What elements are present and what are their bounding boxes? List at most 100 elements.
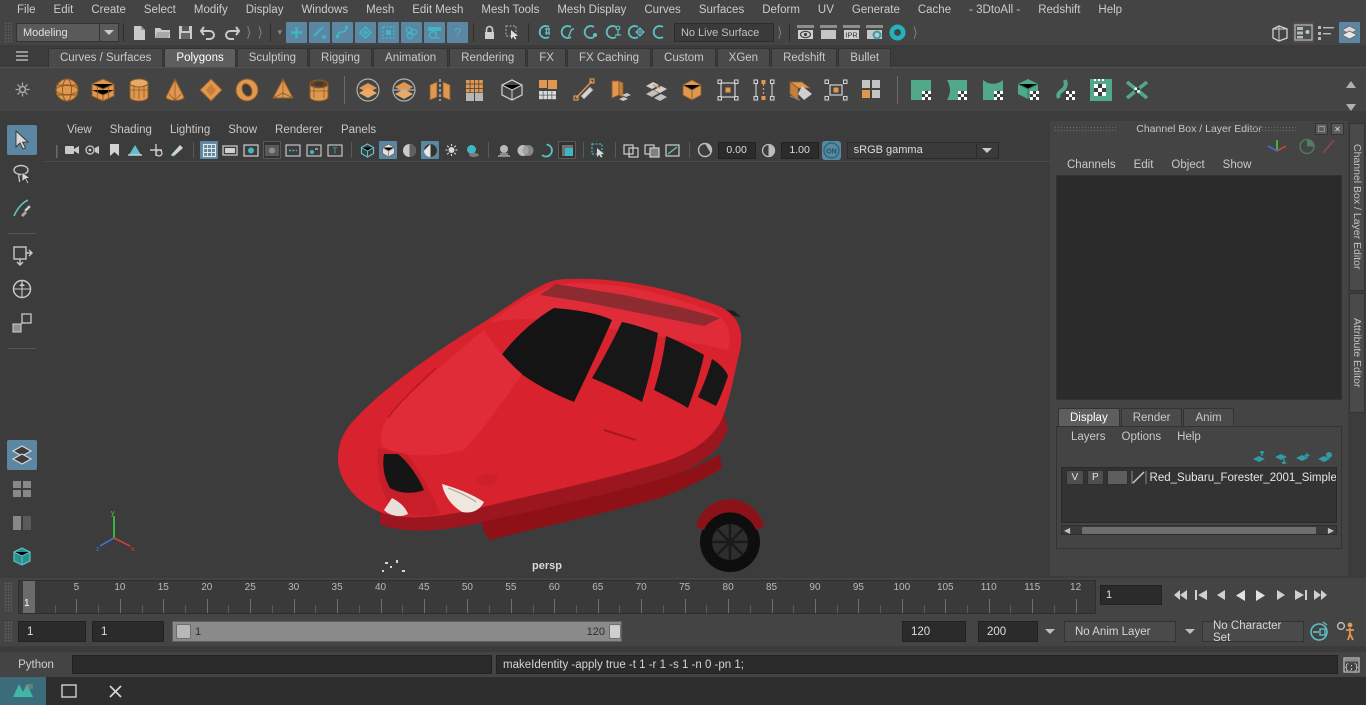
channel-box-menu-object[interactable]: Object [1162, 159, 1213, 171]
viewport-canvas[interactable]: y x z persp [44, 161, 1050, 576]
shelf-tab-custom[interactable]: Custom [652, 48, 716, 67]
play-forwards-icon[interactable] [1252, 584, 1269, 606]
menu-item-redshift[interactable]: Redshift [1029, 0, 1089, 20]
layer-menu-layers[interactable]: Layers [1063, 431, 1114, 443]
menu-item-help[interactable]: Help [1089, 0, 1131, 20]
polygon-pyramid-icon[interactable] [266, 73, 300, 107]
select-by-object-icon[interactable] [308, 22, 330, 43]
layer-tab-display[interactable]: Display [1058, 408, 1120, 426]
uv-spherical-icon[interactable] [976, 73, 1010, 107]
polygon-cube-icon[interactable] [86, 73, 120, 107]
viewport-menu-lighting[interactable]: Lighting [161, 124, 219, 136]
scrollbar-thumb[interactable] [1082, 526, 1316, 534]
side-tab-channel-box[interactable]: Channel Box / Layer Editor [1349, 123, 1365, 291]
undock-icon[interactable]: ☐ [1315, 123, 1328, 135]
animation-start-time-field[interactable]: 1 [18, 621, 86, 642]
window-close-icon[interactable] [92, 677, 138, 705]
camera-attributes-icon[interactable] [84, 141, 102, 159]
move-layer-up-icon[interactable] [1251, 450, 1267, 464]
time-slider-grip[interactable] [4, 582, 12, 612]
playback-options-chevron-down-icon[interactable] [1040, 621, 1060, 642]
render-settings-icon[interactable] [864, 22, 885, 43]
step-back-frame-icon[interactable] [1212, 584, 1229, 606]
menu-set-chevron-down-icon[interactable] [100, 23, 119, 42]
xray-icon[interactable] [622, 141, 640, 159]
snap-to-grid-icon[interactable] [534, 22, 555, 43]
select-dynamics-icon[interactable] [400, 22, 422, 43]
boolean-icon[interactable] [495, 73, 529, 107]
viewport-menu-view[interactable]: View [58, 124, 101, 136]
go-to-end-icon[interactable] [1312, 584, 1329, 606]
select-by-component-icon[interactable] [331, 22, 353, 43]
gate-mask-icon[interactable] [263, 141, 282, 159]
screen-space-ao-icon[interactable] [495, 141, 513, 159]
use-all-lights-icon[interactable] [442, 141, 460, 159]
go-to-start-icon[interactable] [1172, 584, 1189, 606]
title-safe-icon[interactable]: T [326, 141, 344, 159]
select-pick-icon[interactable] [502, 22, 523, 43]
menu-item-edit-mesh[interactable]: Edit Mesh [403, 0, 472, 20]
shelf-tab-fx-caching[interactable]: FX Caching [566, 48, 652, 67]
gamma-icon[interactable] [759, 141, 777, 159]
resolution-gate-icon[interactable] [242, 141, 260, 159]
color-management-field[interactable]: sRGB gamma [846, 141, 977, 159]
film-gate-icon[interactable] [221, 141, 239, 159]
auto-key-icon[interactable] [1308, 621, 1330, 642]
merge-vertices-icon[interactable] [711, 73, 745, 107]
snap-to-curve-icon[interactable] [557, 22, 578, 43]
viewport-menu-show[interactable]: Show [219, 124, 266, 136]
layer-list-horizontal-scrollbar[interactable]: ◀ ▶ [1061, 525, 1337, 535]
viewport-menu-panels[interactable]: Panels [332, 124, 385, 136]
animation-end-time-field[interactable]: 200 [978, 621, 1038, 642]
layer-visibility-toggle[interactable]: V [1066, 470, 1084, 485]
move-layer-down-icon[interactable] [1273, 451, 1289, 464]
anim-layer-chevron-down-icon[interactable] [1180, 621, 1200, 642]
show-hide-attribute-editor-icon[interactable] [1293, 22, 1314, 43]
new-layer-icon[interactable] [1295, 451, 1311, 464]
motion-blur-icon[interactable] [516, 141, 534, 159]
shelf-tab-curves-surfaces[interactable]: Curves / Surfaces [48, 48, 164, 67]
live-surface-field[interactable]: No Live Surface [673, 23, 774, 42]
select-handle-icon[interactable] [354, 22, 376, 43]
persp-outliner-layout[interactable] [7, 508, 37, 538]
side-tab-attribute-editor[interactable]: Attribute Editor [1349, 293, 1365, 413]
close-icon[interactable]: ✕ [1331, 123, 1344, 135]
channel-box-menu-edit[interactable]: Edit [1125, 159, 1163, 171]
uv-cut-sew-icon[interactable] [1120, 73, 1154, 107]
render-sequence-icon[interactable] [818, 22, 839, 43]
append-polygon-icon[interactable] [747, 73, 781, 107]
play-backwards-icon[interactable] [1232, 584, 1249, 606]
overflow-chevron-icon[interactable]: ▾ [275, 23, 285, 42]
menu-item-file[interactable]: File [8, 0, 45, 20]
shelf-tab-rigging[interactable]: Rigging [309, 48, 373, 67]
step-forward-keyframe-icon[interactable] [1292, 584, 1309, 606]
new-layer-from-selected-icon[interactable] [1317, 451, 1333, 464]
step-back-keyframe-icon[interactable] [1192, 584, 1209, 606]
menu-item-mesh-display[interactable]: Mesh Display [548, 0, 635, 20]
single-perspective-layout[interactable] [7, 440, 37, 470]
shelf-tab-animation[interactable]: Animation [373, 48, 449, 67]
xray-joints-icon[interactable] [643, 141, 661, 159]
menu-item-surfaces[interactable]: Surfaces [690, 0, 753, 20]
lasso-select-tool[interactable] [7, 159, 37, 189]
menu-item-modify[interactable]: Modify [185, 0, 237, 20]
current-frame-field[interactable]: 1 [1100, 585, 1162, 605]
crease-icon[interactable] [783, 73, 817, 107]
snap-to-view-plane-icon[interactable] [626, 22, 647, 43]
character-set-selector[interactable]: No Character Set [1202, 620, 1304, 644]
menu-item-generate[interactable]: Generate [843, 0, 909, 20]
gamma-value[interactable]: 1.00 [780, 141, 819, 159]
polygon-cylinder-icon[interactable] [122, 73, 156, 107]
menu-item-3dtoall[interactable]: - 3DtoAll - [960, 0, 1029, 20]
polygon-pipe-icon[interactable] [302, 73, 336, 107]
new-scene-icon[interactable] [129, 22, 150, 43]
shelf-tab-polygons[interactable]: Polygons [164, 48, 236, 67]
shaded-textured-icon[interactable] [400, 141, 418, 159]
smooth-icon[interactable] [459, 73, 493, 107]
multisample-aa-icon[interactable] [537, 141, 555, 159]
show-hide-modeling-toolkit-icon[interactable] [1270, 22, 1291, 43]
exposure-value[interactable]: 0.00 [717, 141, 756, 159]
shelf-tab-bullet[interactable]: Bullet [838, 48, 892, 67]
menu-item-mesh[interactable]: Mesh [357, 0, 403, 20]
menu-item-select[interactable]: Select [135, 0, 185, 20]
